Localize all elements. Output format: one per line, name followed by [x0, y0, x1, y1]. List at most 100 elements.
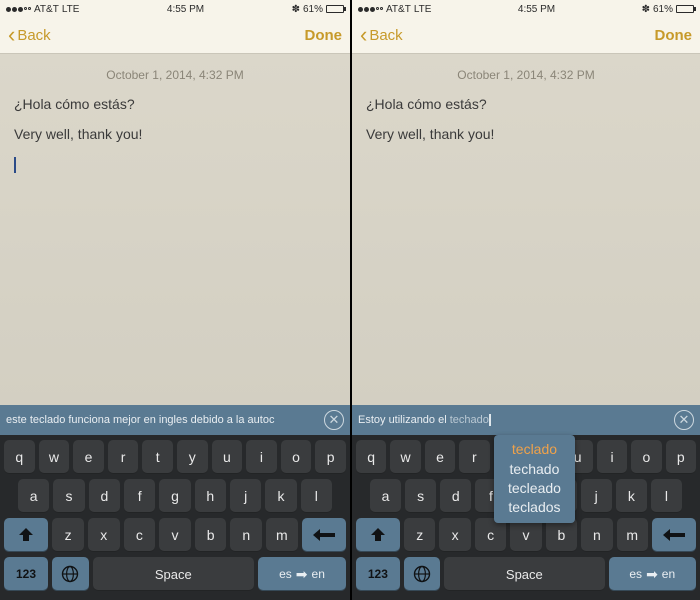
key-m[interactable]: m: [617, 518, 648, 552]
suggestion-option[interactable]: tecleado: [508, 480, 561, 496]
suggestion-popover[interactable]: teclado techado tecleado teclados: [494, 435, 575, 523]
bluetooth-icon: ✽: [642, 4, 650, 15]
key-k[interactable]: k: [616, 479, 647, 513]
note-timestamp: October 1, 2014, 4:32 PM: [14, 68, 336, 82]
carrier-label: AT&T: [386, 4, 411, 15]
nav-bar: ‹ Back Done: [352, 18, 700, 54]
clear-input-icon[interactable]: ✕: [324, 410, 344, 430]
key-w[interactable]: w: [39, 440, 70, 474]
key-i[interactable]: i: [246, 440, 277, 474]
key-b[interactable]: b: [195, 518, 227, 552]
key-space[interactable]: Space: [93, 557, 254, 591]
key-s[interactable]: s: [53, 479, 84, 513]
key-z[interactable]: z: [404, 518, 435, 552]
key-f[interactable]: f: [124, 479, 155, 513]
note-line-2: Very well, thank you!: [366, 126, 686, 142]
key-row-3: z x c v b n m: [4, 518, 346, 552]
key-w[interactable]: w: [390, 440, 420, 474]
key-language-toggle[interactable]: es ➡ en: [609, 557, 696, 591]
back-label: Back: [17, 27, 50, 44]
key-123[interactable]: 123: [4, 557, 48, 591]
key-o[interactable]: o: [281, 440, 312, 474]
clear-input-icon[interactable]: ✕: [674, 410, 694, 430]
key-x[interactable]: x: [439, 518, 470, 552]
key-row-1: q w e r t y u i o p: [4, 440, 346, 474]
nav-bar: ‹ Back Done: [0, 18, 350, 54]
key-d[interactable]: d: [440, 479, 471, 513]
key-i[interactable]: i: [597, 440, 627, 474]
suggestion-option[interactable]: teclados: [508, 499, 561, 515]
input-ghost: techado: [450, 414, 489, 426]
key-space[interactable]: Space: [444, 557, 604, 591]
suggestion-option[interactable]: techado: [508, 461, 561, 477]
key-q[interactable]: q: [4, 440, 35, 474]
back-button[interactable]: ‹ Back: [360, 27, 403, 44]
key-t[interactable]: t: [142, 440, 173, 474]
key-shift[interactable]: [356, 518, 400, 552]
key-c[interactable]: c: [475, 518, 506, 552]
key-y[interactable]: y: [177, 440, 208, 474]
key-n[interactable]: n: [230, 518, 262, 552]
key-l[interactable]: l: [301, 479, 332, 513]
key-l[interactable]: l: [651, 479, 682, 513]
status-time: 4:55 PM: [518, 4, 555, 15]
note-body[interactable]: October 1, 2014, 4:32 PM ¿Hola cómo está…: [0, 54, 350, 405]
key-globe[interactable]: [404, 557, 440, 591]
key-h[interactable]: h: [195, 479, 226, 513]
key-row-bottom: 123 Space es ➡ en: [4, 557, 346, 591]
key-k[interactable]: k: [265, 479, 296, 513]
translate-input-text: este teclado funciona mejor en ingles de…: [6, 414, 318, 426]
done-button[interactable]: Done: [305, 27, 343, 44]
note-line-1: ¿Hola cómo estás?: [14, 96, 336, 112]
key-c[interactable]: c: [124, 518, 156, 552]
key-j[interactable]: j: [581, 479, 612, 513]
key-j[interactable]: j: [230, 479, 261, 513]
translate-input-text: Estoy utilizando el techado: [358, 414, 668, 426]
key-b[interactable]: b: [546, 518, 577, 552]
key-backspace[interactable]: [302, 518, 346, 552]
key-a[interactable]: a: [370, 479, 401, 513]
key-e[interactable]: e: [425, 440, 455, 474]
note-body[interactable]: October 1, 2014, 4:32 PM ¿Hola cómo está…: [352, 54, 700, 405]
note-line-1: ¿Hola cómo estás?: [366, 96, 686, 112]
bluetooth-icon: ✽: [292, 4, 300, 15]
key-o[interactable]: o: [631, 440, 661, 474]
translate-input-bar[interactable]: Estoy utilizando el techado ✕: [352, 405, 700, 435]
key-a[interactable]: a: [18, 479, 49, 513]
key-v[interactable]: v: [159, 518, 191, 552]
battery-percent: 61%: [303, 4, 323, 15]
key-g[interactable]: g: [159, 479, 190, 513]
lang-to: en: [662, 567, 675, 581]
key-language-toggle[interactable]: es ➡ en: [258, 557, 346, 591]
key-backspace[interactable]: [652, 518, 696, 552]
key-globe[interactable]: [52, 557, 89, 591]
back-label: Back: [369, 27, 402, 44]
key-r[interactable]: r: [108, 440, 139, 474]
key-p[interactable]: p: [315, 440, 346, 474]
key-d[interactable]: d: [89, 479, 120, 513]
suggestion-selected[interactable]: teclado: [508, 441, 561, 457]
key-shift[interactable]: [4, 518, 48, 552]
status-bar: AT&T LTE 4:55 PM ✽ 61%: [352, 0, 700, 18]
key-z[interactable]: z: [52, 518, 84, 552]
status-time: 4:55 PM: [167, 4, 204, 15]
key-x[interactable]: x: [88, 518, 120, 552]
key-v[interactable]: v: [510, 518, 541, 552]
key-row-3: z x c v b n m: [356, 518, 696, 552]
key-u[interactable]: u: [212, 440, 243, 474]
key-123[interactable]: 123: [356, 557, 400, 591]
carrier-label: AT&T: [34, 4, 59, 15]
globe-icon: [413, 565, 431, 583]
key-r[interactable]: r: [459, 440, 489, 474]
key-s[interactable]: s: [405, 479, 436, 513]
back-button[interactable]: ‹ Back: [8, 27, 51, 44]
translate-input-bar[interactable]: este teclado funciona mejor en ingles de…: [0, 405, 350, 435]
globe-icon: [61, 565, 79, 583]
key-e[interactable]: e: [73, 440, 104, 474]
key-n[interactable]: n: [581, 518, 612, 552]
done-button[interactable]: Done: [655, 27, 693, 44]
key-m[interactable]: m: [266, 518, 298, 552]
key-q[interactable]: q: [356, 440, 386, 474]
key-p[interactable]: p: [666, 440, 696, 474]
key-row-bottom: 123 Space es ➡ en: [356, 557, 696, 591]
